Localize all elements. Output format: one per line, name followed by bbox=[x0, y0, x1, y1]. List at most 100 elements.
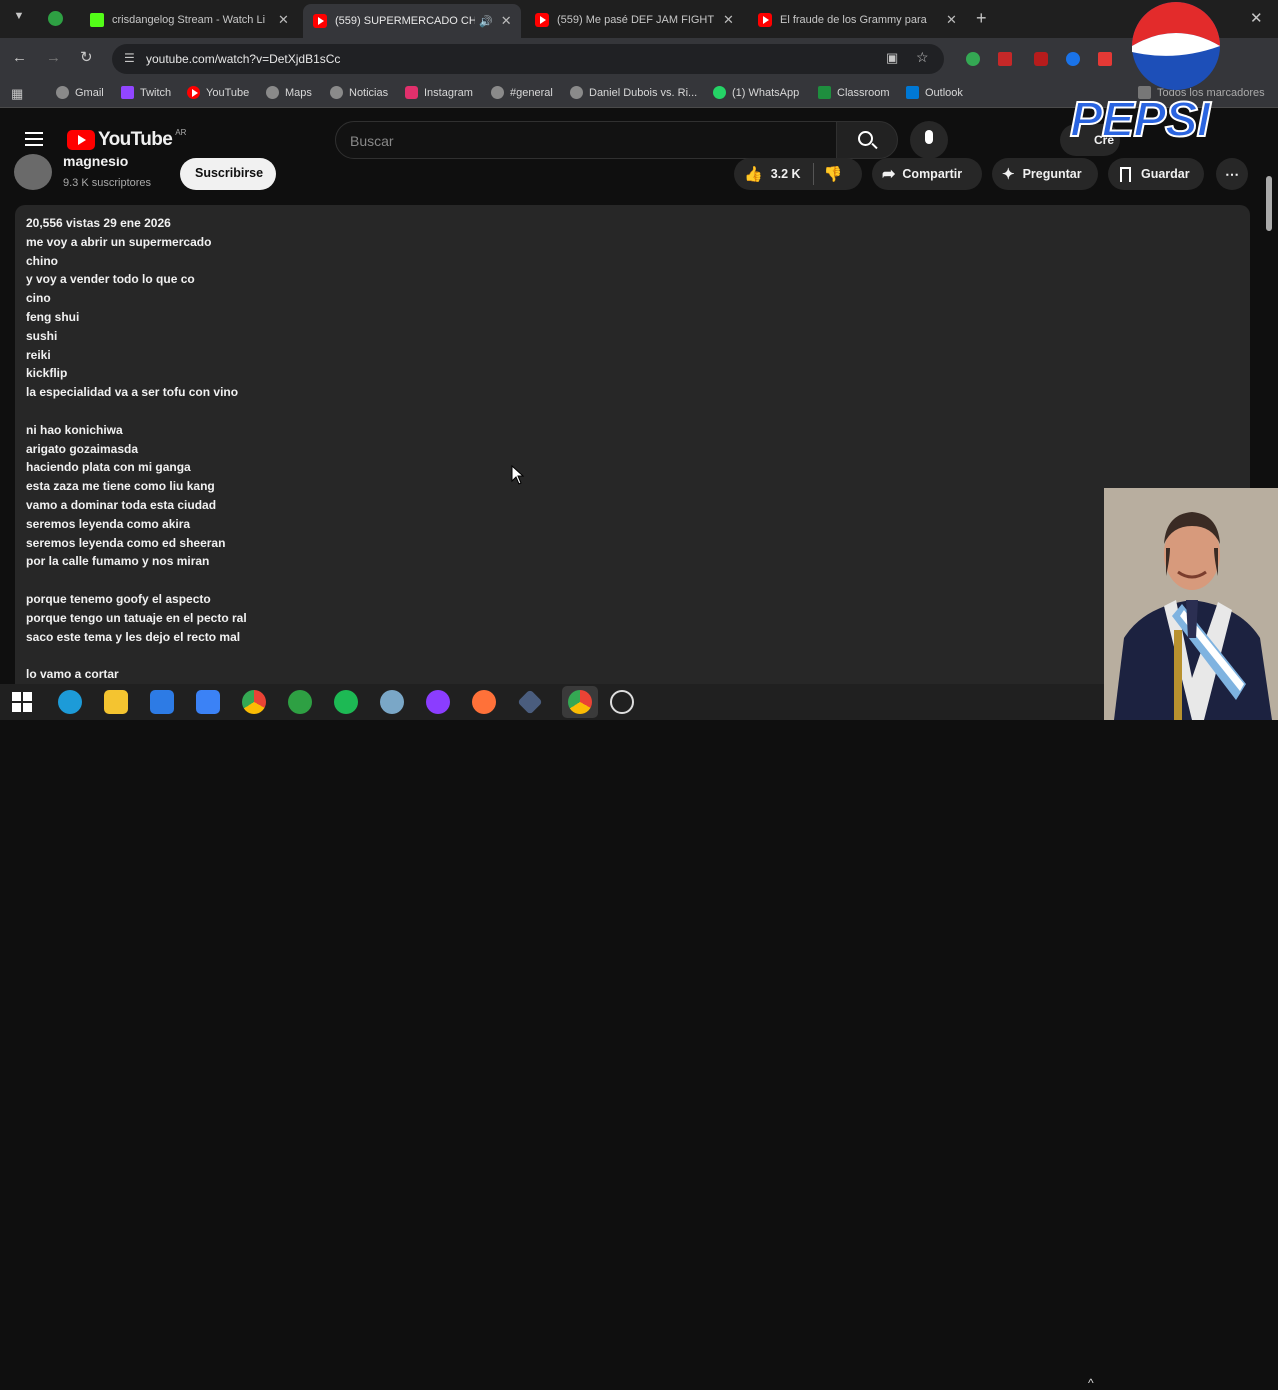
xbox-tab-icon[interactable] bbox=[48, 11, 63, 26]
tab-def-jam[interactable]: (559) Me pasé DEF JAM FIGHT ✕ bbox=[525, 6, 743, 34]
bookmark-outlook[interactable]: Outlook bbox=[906, 86, 963, 99]
tray-chevron-icon[interactable]: ^ bbox=[1088, 1376, 1094, 1390]
windows-start-icon[interactable] bbox=[12, 692, 32, 712]
file-explorer-icon[interactable] bbox=[104, 690, 128, 714]
firefox-icon[interactable] bbox=[472, 690, 496, 714]
description-line: haciendo plata con mi ganga bbox=[26, 460, 191, 475]
channel-name[interactable]: magnesio bbox=[63, 157, 128, 170]
app-icon[interactable] bbox=[517, 689, 543, 715]
bookmark-youtube[interactable]: YouTube bbox=[187, 86, 249, 99]
url-text[interactable]: youtube.com/watch?v=DetXjdB1sCc bbox=[146, 52, 340, 66]
bookmark-label: Noticias bbox=[349, 86, 389, 99]
subscribe-button[interactable]: Suscribirse bbox=[180, 158, 276, 190]
site-info-icon[interactable]: ☰ bbox=[124, 51, 135, 65]
description-line: arigato gozaimasda bbox=[26, 441, 139, 456]
tab-title: crisdangelog Stream - Watch Li bbox=[112, 14, 266, 26]
extension-icon[interactable] bbox=[998, 52, 1012, 66]
bookmark-general[interactable]: #general bbox=[491, 86, 553, 99]
tab-crisdangelog[interactable]: crisdangelog Stream - Watch Li ✕ bbox=[80, 6, 298, 34]
back-icon[interactable]: ← bbox=[12, 49, 27, 66]
close-tab-icon[interactable]: ✕ bbox=[501, 13, 512, 29]
bookmark-gmail[interactable]: Gmail bbox=[56, 86, 104, 99]
spotify-icon[interactable] bbox=[334, 690, 358, 714]
chrome-icon[interactable] bbox=[568, 690, 592, 714]
globe-icon bbox=[266, 86, 279, 99]
ask-button[interactable]: ✦ Preguntar bbox=[992, 158, 1098, 190]
bookmark-label: Outlook bbox=[925, 86, 963, 99]
search-placeholder: Buscar bbox=[350, 133, 394, 149]
page-scrollbar[interactable] bbox=[1266, 176, 1272, 231]
xbox-icon[interactable] bbox=[288, 690, 312, 714]
voice-search-button[interactable] bbox=[910, 121, 948, 159]
menu-icon[interactable] bbox=[25, 132, 43, 146]
thumbs-down-icon: 👎 bbox=[823, 166, 843, 183]
app-icon[interactable] bbox=[610, 690, 634, 714]
description-line: seremos leyenda como akira bbox=[26, 516, 191, 531]
bookmark-dubois[interactable]: Daniel Dubois vs. Ri... bbox=[570, 86, 697, 99]
youtube-logo[interactable]: YouTube AR bbox=[67, 128, 186, 151]
forward-icon[interactable]: → bbox=[46, 49, 61, 66]
like-dislike-group: 👍 3.2 K 👎 bbox=[734, 158, 862, 190]
tab-search-button[interactable]: ▼ bbox=[10, 10, 28, 28]
bookmark-noticias[interactable]: Noticias bbox=[330, 86, 388, 99]
bookmark-classroom[interactable]: Classroom bbox=[818, 86, 890, 99]
bookmark-maps[interactable]: Maps bbox=[266, 86, 312, 99]
share-label: Compartir bbox=[902, 167, 963, 181]
app-icon[interactable] bbox=[380, 690, 404, 714]
store-icon[interactable] bbox=[196, 690, 220, 714]
bookmark-whatsapp[interactable]: (1) WhatsApp bbox=[713, 86, 799, 99]
bookmark-icon bbox=[1120, 166, 1131, 182]
dislike-button[interactable]: 👎 bbox=[824, 165, 843, 183]
youtube-icon bbox=[758, 13, 772, 27]
like-count: 3.2 K bbox=[770, 167, 801, 181]
edge-icon[interactable] bbox=[58, 690, 82, 714]
instagram-icon bbox=[405, 86, 418, 99]
description-line: saco este tema y les dejo el recto mal bbox=[26, 629, 241, 644]
tab-title: (559) SUPERMERCADO CHI bbox=[335, 15, 475, 27]
video-description[interactable]: 20,556 vistas 29 ene 2026 me voy a abrir… bbox=[15, 205, 1250, 695]
address-bar[interactable]: ☰ youtube.com/watch?v=DetXjdB1sCc ▣ ☆ bbox=[112, 44, 944, 74]
install-app-icon[interactable]: ▣ bbox=[886, 50, 898, 66]
bookmark-instagram[interactable]: Instagram bbox=[405, 86, 473, 99]
description-line: por la calle fumamo y nos miran bbox=[26, 554, 210, 569]
tab-supermercado[interactable]: (559) SUPERMERCADO CHI 🔊 ✕ bbox=[303, 4, 521, 38]
youtube-icon bbox=[187, 86, 200, 99]
more-actions-button[interactable]: ⋯ bbox=[1216, 158, 1248, 190]
globe-icon bbox=[570, 86, 583, 99]
channel-avatar[interactable] bbox=[14, 154, 52, 190]
search-button[interactable] bbox=[836, 121, 898, 159]
extension-icon[interactable] bbox=[966, 52, 980, 66]
bookmark-label: Classroom bbox=[837, 86, 890, 99]
mouse-cursor bbox=[511, 464, 525, 490]
apps-grid-icon[interactable]: ▦ bbox=[11, 86, 23, 102]
tab-grammy[interactable]: El fraude de los Grammy para ✕ bbox=[748, 6, 966, 34]
bookmark-twitch[interactable]: Twitch bbox=[121, 86, 171, 99]
bookmark-label: Maps bbox=[285, 86, 312, 99]
speaker-icon[interactable]: 🔊 bbox=[479, 15, 493, 28]
canva-icon[interactable] bbox=[426, 690, 450, 714]
close-tab-icon[interactable]: ✕ bbox=[723, 12, 734, 28]
new-tab-button[interactable]: + bbox=[976, 8, 987, 29]
description-line: kickflip bbox=[26, 366, 68, 381]
globe-icon bbox=[491, 86, 504, 99]
description-line: lo vamo a cortar bbox=[26, 667, 119, 682]
reload-icon[interactable]: ↻ bbox=[80, 48, 93, 66]
like-button[interactable]: 👍 3.2 K bbox=[734, 165, 801, 183]
share-button[interactable]: ➦ Compartir bbox=[872, 158, 982, 190]
extension-icon[interactable] bbox=[1034, 52, 1048, 66]
close-tab-icon[interactable]: ✕ bbox=[946, 12, 957, 28]
close-tab-icon[interactable]: ✕ bbox=[278, 12, 289, 28]
portrait-overlay bbox=[1104, 488, 1278, 720]
logo-text: YouTube bbox=[98, 129, 173, 150]
chrome-icon[interactable] bbox=[242, 690, 266, 714]
mail-icon[interactable] bbox=[150, 690, 174, 714]
bookmark-label: Instagram bbox=[424, 86, 473, 99]
description-line: sushi bbox=[26, 328, 58, 343]
share-icon: ➦ bbox=[882, 166, 896, 183]
search-input[interactable]: Buscar bbox=[335, 121, 837, 159]
youtube-icon bbox=[313, 14, 327, 28]
save-button[interactable]: Guardar bbox=[1108, 158, 1204, 190]
bookmark-star-icon[interactable]: ☆ bbox=[916, 49, 929, 66]
description-meta: 20,556 vistas 29 ene 2026 bbox=[26, 216, 171, 230]
description-line: esta zaza me tiene como liu kang bbox=[26, 479, 215, 494]
